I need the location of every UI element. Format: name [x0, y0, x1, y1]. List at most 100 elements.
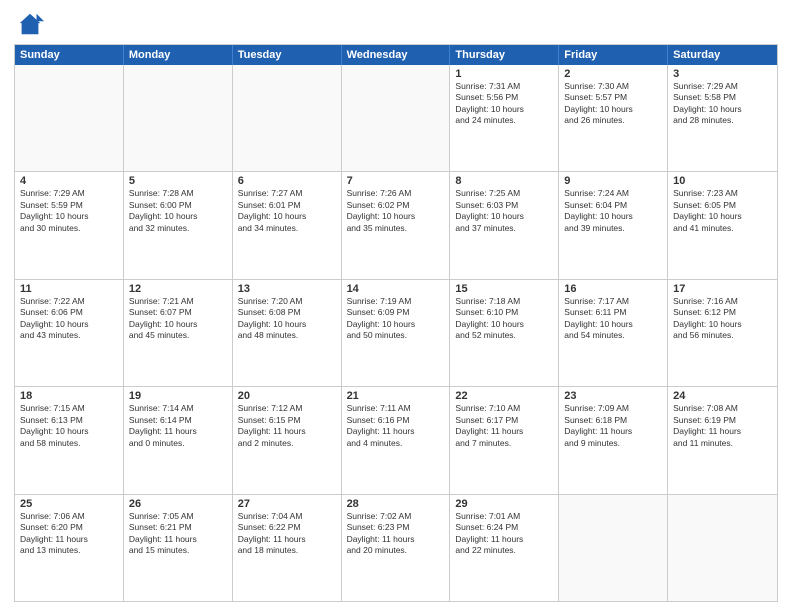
day-cell-28: 28Sunrise: 7:02 AM Sunset: 6:23 PM Dayli…	[342, 495, 451, 601]
day-number: 28	[347, 498, 445, 510]
empty-cell	[124, 65, 233, 171]
day-cell-29: 29Sunrise: 7:01 AM Sunset: 6:24 PM Dayli…	[450, 495, 559, 601]
day-header-tuesday: Tuesday	[233, 45, 342, 65]
day-info: Sunrise: 7:01 AM Sunset: 6:24 PM Dayligh…	[455, 511, 553, 557]
day-cell-10: 10Sunrise: 7:23 AM Sunset: 6:05 PM Dayli…	[668, 172, 777, 278]
day-header-friday: Friday	[559, 45, 668, 65]
day-number: 19	[129, 390, 227, 402]
day-cell-24: 24Sunrise: 7:08 AM Sunset: 6:19 PM Dayli…	[668, 387, 777, 493]
day-number: 14	[347, 283, 445, 295]
day-header-monday: Monday	[124, 45, 233, 65]
day-number: 1	[455, 68, 553, 80]
day-cell-22: 22Sunrise: 7:10 AM Sunset: 6:17 PM Dayli…	[450, 387, 559, 493]
day-cell-6: 6Sunrise: 7:27 AM Sunset: 6:01 PM Daylig…	[233, 172, 342, 278]
day-number: 4	[20, 175, 118, 187]
day-number: 3	[673, 68, 772, 80]
day-number: 29	[455, 498, 553, 510]
day-info: Sunrise: 7:15 AM Sunset: 6:13 PM Dayligh…	[20, 403, 118, 449]
day-number: 23	[564, 390, 662, 402]
day-cell-27: 27Sunrise: 7:04 AM Sunset: 6:22 PM Dayli…	[233, 495, 342, 601]
header	[14, 10, 778, 38]
day-header-saturday: Saturday	[668, 45, 777, 65]
day-number: 7	[347, 175, 445, 187]
day-info: Sunrise: 7:18 AM Sunset: 6:10 PM Dayligh…	[455, 296, 553, 342]
day-number: 5	[129, 175, 227, 187]
day-number: 17	[673, 283, 772, 295]
day-info: Sunrise: 7:26 AM Sunset: 6:02 PM Dayligh…	[347, 188, 445, 234]
day-cell-18: 18Sunrise: 7:15 AM Sunset: 6:13 PM Dayli…	[15, 387, 124, 493]
day-cell-1: 1Sunrise: 7:31 AM Sunset: 5:56 PM Daylig…	[450, 65, 559, 171]
calendar-row-4: 18Sunrise: 7:15 AM Sunset: 6:13 PM Dayli…	[15, 386, 777, 493]
calendar-row-2: 4Sunrise: 7:29 AM Sunset: 5:59 PM Daylig…	[15, 171, 777, 278]
day-number: 13	[238, 283, 336, 295]
day-number: 25	[20, 498, 118, 510]
day-info: Sunrise: 7:16 AM Sunset: 6:12 PM Dayligh…	[673, 296, 772, 342]
day-number: 9	[564, 175, 662, 187]
day-cell-14: 14Sunrise: 7:19 AM Sunset: 6:09 PM Dayli…	[342, 280, 451, 386]
day-cell-25: 25Sunrise: 7:06 AM Sunset: 6:20 PM Dayli…	[15, 495, 124, 601]
day-info: Sunrise: 7:14 AM Sunset: 6:14 PM Dayligh…	[129, 403, 227, 449]
empty-cell	[342, 65, 451, 171]
day-cell-11: 11Sunrise: 7:22 AM Sunset: 6:06 PM Dayli…	[15, 280, 124, 386]
day-info: Sunrise: 7:10 AM Sunset: 6:17 PM Dayligh…	[455, 403, 553, 449]
day-number: 24	[673, 390, 772, 402]
day-info: Sunrise: 7:09 AM Sunset: 6:18 PM Dayligh…	[564, 403, 662, 449]
day-cell-17: 17Sunrise: 7:16 AM Sunset: 6:12 PM Dayli…	[668, 280, 777, 386]
day-number: 11	[20, 283, 118, 295]
day-cell-20: 20Sunrise: 7:12 AM Sunset: 6:15 PM Dayli…	[233, 387, 342, 493]
day-number: 16	[564, 283, 662, 295]
day-info: Sunrise: 7:06 AM Sunset: 6:20 PM Dayligh…	[20, 511, 118, 557]
day-cell-3: 3Sunrise: 7:29 AM Sunset: 5:58 PM Daylig…	[668, 65, 777, 171]
day-info: Sunrise: 7:04 AM Sunset: 6:22 PM Dayligh…	[238, 511, 336, 557]
day-info: Sunrise: 7:30 AM Sunset: 5:57 PM Dayligh…	[564, 81, 662, 127]
day-info: Sunrise: 7:17 AM Sunset: 6:11 PM Dayligh…	[564, 296, 662, 342]
day-number: 27	[238, 498, 336, 510]
day-info: Sunrise: 7:29 AM Sunset: 5:59 PM Dayligh…	[20, 188, 118, 234]
day-info: Sunrise: 7:08 AM Sunset: 6:19 PM Dayligh…	[673, 403, 772, 449]
day-number: 20	[238, 390, 336, 402]
calendar-row-3: 11Sunrise: 7:22 AM Sunset: 6:06 PM Dayli…	[15, 279, 777, 386]
day-cell-9: 9Sunrise: 7:24 AM Sunset: 6:04 PM Daylig…	[559, 172, 668, 278]
day-cell-13: 13Sunrise: 7:20 AM Sunset: 6:08 PM Dayli…	[233, 280, 342, 386]
day-cell-21: 21Sunrise: 7:11 AM Sunset: 6:16 PM Dayli…	[342, 387, 451, 493]
day-number: 6	[238, 175, 336, 187]
day-cell-23: 23Sunrise: 7:09 AM Sunset: 6:18 PM Dayli…	[559, 387, 668, 493]
day-header-thursday: Thursday	[450, 45, 559, 65]
day-cell-12: 12Sunrise: 7:21 AM Sunset: 6:07 PM Dayli…	[124, 280, 233, 386]
day-info: Sunrise: 7:21 AM Sunset: 6:07 PM Dayligh…	[129, 296, 227, 342]
day-cell-4: 4Sunrise: 7:29 AM Sunset: 5:59 PM Daylig…	[15, 172, 124, 278]
day-number: 21	[347, 390, 445, 402]
logo-icon	[16, 10, 44, 38]
day-info: Sunrise: 7:28 AM Sunset: 6:00 PM Dayligh…	[129, 188, 227, 234]
calendar: SundayMondayTuesdayWednesdayThursdayFrid…	[14, 44, 778, 602]
day-info: Sunrise: 7:20 AM Sunset: 6:08 PM Dayligh…	[238, 296, 336, 342]
page: SundayMondayTuesdayWednesdayThursdayFrid…	[0, 0, 792, 612]
day-cell-26: 26Sunrise: 7:05 AM Sunset: 6:21 PM Dayli…	[124, 495, 233, 601]
day-number: 2	[564, 68, 662, 80]
day-cell-19: 19Sunrise: 7:14 AM Sunset: 6:14 PM Dayli…	[124, 387, 233, 493]
day-cell-2: 2Sunrise: 7:30 AM Sunset: 5:57 PM Daylig…	[559, 65, 668, 171]
calendar-row-5: 25Sunrise: 7:06 AM Sunset: 6:20 PM Dayli…	[15, 494, 777, 601]
day-info: Sunrise: 7:23 AM Sunset: 6:05 PM Dayligh…	[673, 188, 772, 234]
day-cell-16: 16Sunrise: 7:17 AM Sunset: 6:11 PM Dayli…	[559, 280, 668, 386]
day-number: 12	[129, 283, 227, 295]
day-info: Sunrise: 7:29 AM Sunset: 5:58 PM Dayligh…	[673, 81, 772, 127]
day-info: Sunrise: 7:24 AM Sunset: 6:04 PM Dayligh…	[564, 188, 662, 234]
day-info: Sunrise: 7:19 AM Sunset: 6:09 PM Dayligh…	[347, 296, 445, 342]
day-number: 8	[455, 175, 553, 187]
day-header-wednesday: Wednesday	[342, 45, 451, 65]
day-number: 15	[455, 283, 553, 295]
calendar-body: 1Sunrise: 7:31 AM Sunset: 5:56 PM Daylig…	[15, 65, 777, 601]
day-info: Sunrise: 7:02 AM Sunset: 6:23 PM Dayligh…	[347, 511, 445, 557]
empty-cell	[233, 65, 342, 171]
day-info: Sunrise: 7:25 AM Sunset: 6:03 PM Dayligh…	[455, 188, 553, 234]
day-info: Sunrise: 7:12 AM Sunset: 6:15 PM Dayligh…	[238, 403, 336, 449]
calendar-row-1: 1Sunrise: 7:31 AM Sunset: 5:56 PM Daylig…	[15, 65, 777, 171]
day-cell-15: 15Sunrise: 7:18 AM Sunset: 6:10 PM Dayli…	[450, 280, 559, 386]
empty-cell	[668, 495, 777, 601]
empty-cell	[559, 495, 668, 601]
day-number: 10	[673, 175, 772, 187]
day-info: Sunrise: 7:22 AM Sunset: 6:06 PM Dayligh…	[20, 296, 118, 342]
day-cell-8: 8Sunrise: 7:25 AM Sunset: 6:03 PM Daylig…	[450, 172, 559, 278]
day-number: 26	[129, 498, 227, 510]
